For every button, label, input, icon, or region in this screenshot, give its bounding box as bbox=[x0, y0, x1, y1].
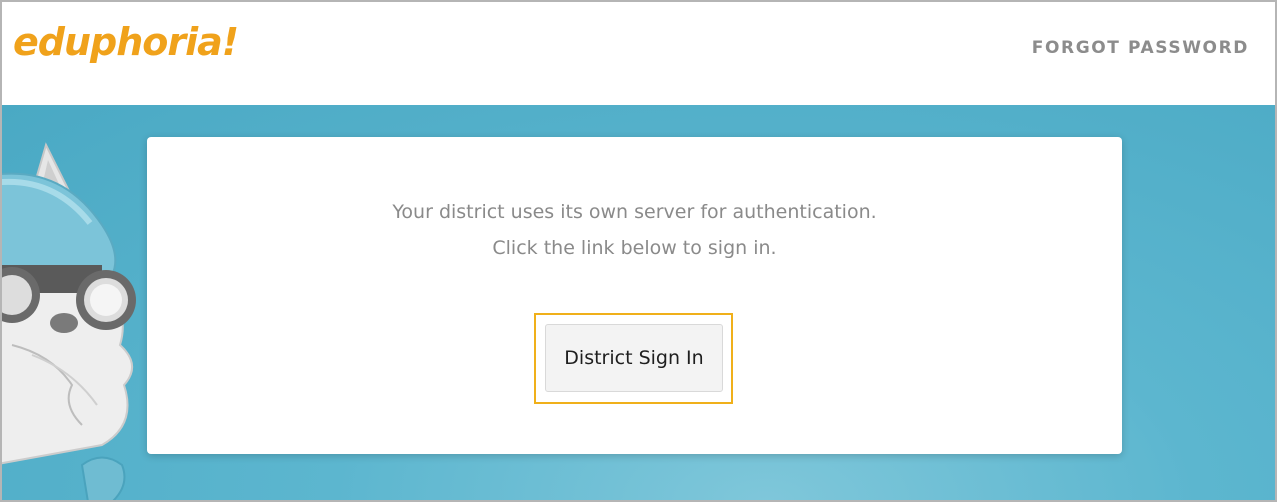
page-frame: eduphoria! FORGOT PASSWORD Your district… bbox=[0, 0, 1277, 502]
mascot-illustration bbox=[2, 142, 136, 500]
district-sign-in-button[interactable]: District Sign In bbox=[545, 324, 723, 392]
auth-message-line2: Click the link below to sign in. bbox=[492, 237, 777, 259]
eduphoria-logo[interactable]: eduphoria! bbox=[13, 20, 239, 64]
auth-message-line1: Your district uses its own server for au… bbox=[392, 201, 877, 223]
forgot-password-link[interactable]: FORGOT PASSWORD bbox=[1032, 38, 1249, 58]
sign-in-card: Your district uses its own server for au… bbox=[147, 137, 1122, 454]
hero-background: Your district uses its own server for au… bbox=[2, 105, 1275, 500]
header: eduphoria! FORGOT PASSWORD bbox=[2, 2, 1275, 105]
